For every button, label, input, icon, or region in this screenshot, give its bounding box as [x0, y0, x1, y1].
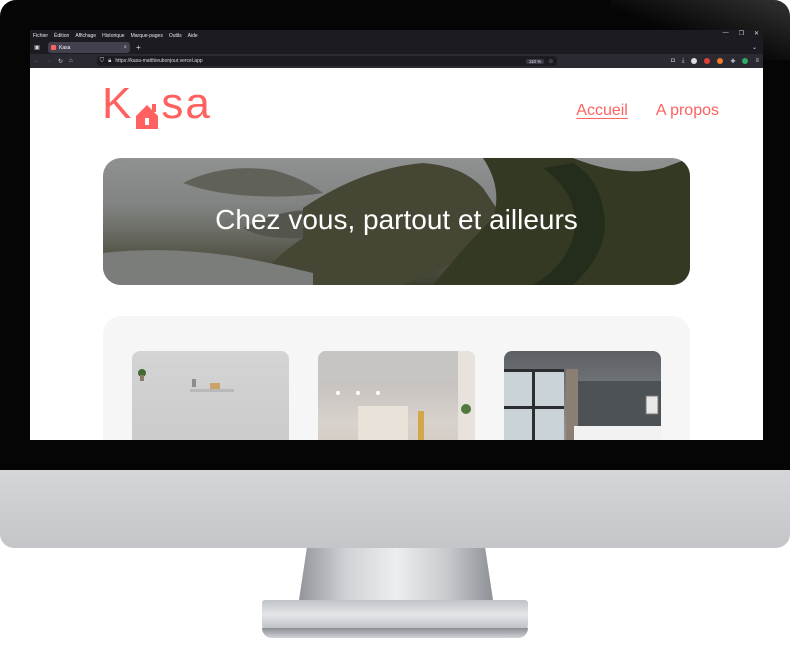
url-bar[interactable]: ⛉ 🔒︎ https://kasa-matthieubonjour.vercel… [96, 56, 557, 66]
home-icon[interactable]: ⌂ [69, 58, 73, 64]
close-window-icon[interactable]: ✕ [754, 30, 759, 37]
kasa-logo[interactable]: K sa [102, 79, 212, 129]
menu-tools[interactable]: Outils [169, 33, 182, 39]
extension-orange-icon[interactable] [717, 58, 724, 64]
main-nav: Accueil A propos [576, 102, 719, 120]
minimize-icon[interactable]: — [723, 30, 729, 37]
browser-menubar: Fichier Édition Affichage Historique Mar… [30, 30, 763, 41]
chevron-down-icon[interactable]: ⌄ [752, 44, 757, 51]
listing-photo-wall-shelf [138, 369, 234, 392]
extension-icon[interactable] [691, 58, 698, 64]
zoom-badge[interactable]: 110 % [525, 58, 545, 64]
pocket-icon[interactable]: ◘ [671, 58, 675, 64]
shield-icon[interactable]: ⛉ [100, 58, 105, 65]
puzzle-icon[interactable]: ✚ [730, 58, 735, 65]
reload-icon[interactable]: ↻ [58, 58, 63, 65]
lock-icon[interactable]: 🔒︎ [108, 58, 111, 65]
navigation-toolbar: ← → ↻ ⌂ ⛉ 🔒︎ https://kasa-matthieubonjou… [30, 54, 763, 68]
nav-link-about[interactable]: A propos [656, 102, 719, 120]
menu-bookmarks[interactable]: Marque-pages [131, 33, 163, 39]
logo-letters-sa: sa [161, 79, 212, 128]
back-icon[interactable]: ← [34, 58, 40, 64]
browser-window: Fichier Édition Affichage Historique Mar… [30, 30, 763, 440]
tab-title: Kasa [59, 44, 71, 51]
tab-list-icon[interactable]: ▣ [30, 44, 44, 51]
listing-card[interactable] [504, 351, 661, 440]
maximize-icon[interactable]: ❐ [739, 30, 744, 37]
forward-icon[interactable]: → [46, 58, 52, 64]
extension-green-icon[interactable] [742, 58, 749, 64]
menu-view[interactable]: Affichage [75, 33, 96, 39]
imac-stand-base-edge [262, 628, 528, 638]
menu-file[interactable]: Fichier [33, 33, 48, 39]
listing-card[interactable] [132, 351, 289, 440]
tab-kasa[interactable]: Kasa × [48, 42, 130, 53]
toolbar-extensions: ◘ ⤓ ✚ ≡ [671, 58, 759, 65]
web-page: K sa Accueil A propos Chez vous, partout… [30, 68, 763, 440]
url-text[interactable]: https://kasa-matthieubonjour.vercel.app [115, 58, 521, 64]
extension-ublock-icon[interactable] [704, 58, 711, 64]
nav-link-home[interactable]: Accueil [576, 102, 628, 120]
tab-close-icon[interactable]: × [123, 45, 127, 51]
logo-letter-k: K [102, 79, 134, 128]
listing-photo-living-room [318, 351, 475, 440]
bookmark-star-icon[interactable]: ☆ [548, 58, 553, 65]
download-icon[interactable]: ⤓ [682, 58, 685, 65]
listings-gallery [103, 316, 690, 440]
hero-banner: Chez vous, partout et ailleurs [103, 158, 690, 285]
menu-history[interactable]: Historique [102, 33, 125, 39]
window-controls: — ❐ ✕ [723, 30, 759, 37]
hamburger-menu-icon[interactable]: ≡ [755, 58, 759, 64]
favicon-icon [51, 45, 56, 50]
menu-edit[interactable]: Édition [54, 33, 69, 39]
menu-help[interactable]: Aide [188, 33, 198, 39]
listing-card[interactable] [318, 351, 475, 440]
imac-chin [0, 470, 790, 548]
tab-bar: ▣ Kasa × + ⌄ [30, 41, 763, 54]
banner-title: Chez vous, partout et ailleurs [215, 204, 578, 235]
listing-photo-bedroom [504, 369, 661, 440]
new-tab-icon[interactable]: + [136, 43, 141, 52]
house-logo-icon [134, 94, 160, 129]
